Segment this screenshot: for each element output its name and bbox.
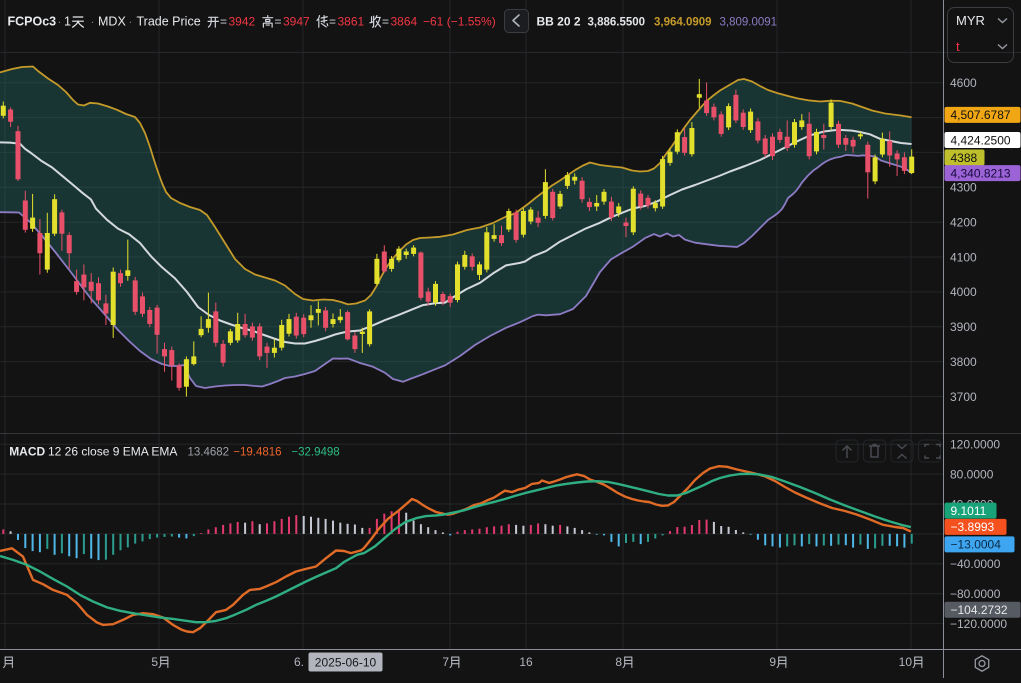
svg-text:−120.0000: −120.0000 (950, 617, 1007, 631)
svg-text:4600: 4600 (950, 76, 977, 90)
svg-text:5: 5 (151, 655, 158, 669)
svg-text:=: = (220, 15, 227, 29)
svg-text:9.1011: 9.1011 (951, 504, 987, 518)
svg-text:MYR: MYR (956, 13, 985, 28)
svg-text:4388: 4388 (951, 151, 978, 165)
svg-text:4100: 4100 (950, 250, 977, 264)
svg-text:3,886.5500: 3,886.5500 (588, 17, 646, 29)
svg-text:=: = (382, 15, 389, 29)
svg-text:·: · (91, 15, 95, 29)
svg-text:7: 7 (442, 655, 449, 669)
svg-text:3,809.0091: 3,809.0091 (720, 17, 778, 29)
svg-text:FCPOc3: FCPOc3 (8, 15, 57, 29)
svg-text:−104.2732: −104.2732 (951, 603, 1008, 617)
svg-text:9: 9 (769, 655, 776, 669)
svg-text:80.0000: 80.0000 (950, 467, 994, 481)
svg-text:120.0000: 120.0000 (950, 438, 1000, 452)
svg-text:t: t (956, 39, 960, 54)
svg-text:6.: 6. (294, 655, 304, 669)
svg-text:·: · (129, 15, 133, 29)
svg-text:3947: 3947 (283, 15, 310, 29)
svg-text:MACD: MACD (9, 445, 45, 459)
svg-text:−61 (−1.55%): −61 (−1.55%) (423, 15, 496, 29)
svg-text:·: · (58, 15, 62, 29)
svg-text:3,964.0909: 3,964.0909 (654, 17, 712, 29)
svg-text:−80.0000: −80.0000 (950, 587, 1001, 601)
svg-text:3800: 3800 (950, 355, 977, 369)
svg-text:3861: 3861 (338, 15, 365, 29)
svg-text:2025-06-10: 2025-06-10 (315, 656, 377, 670)
svg-text:−32.9498: −32.9498 (291, 447, 339, 459)
svg-text:8: 8 (615, 655, 622, 669)
svg-text:4,424.2500: 4,424.2500 (951, 133, 1011, 147)
svg-text:1: 1 (64, 15, 71, 29)
svg-text:−40.0000: −40.0000 (950, 557, 1001, 571)
svg-text:4,340.8213: 4,340.8213 (951, 166, 1011, 180)
svg-text:4,507.6787: 4,507.6787 (951, 108, 1011, 122)
svg-text:10: 10 (899, 655, 913, 669)
svg-text:−3.8993: −3.8993 (951, 520, 995, 534)
svg-text:−19.4816: −19.4816 (233, 447, 281, 459)
svg-text:4300: 4300 (950, 181, 977, 195)
svg-text:12 26 close 9 EMA EMA: 12 26 close 9 EMA EMA (48, 445, 177, 459)
svg-text:3900: 3900 (950, 320, 977, 334)
svg-text:4200: 4200 (950, 216, 977, 230)
svg-text:Trade Price: Trade Price (137, 15, 201, 29)
svg-text:MDX: MDX (98, 15, 126, 29)
svg-text:−13.0004: −13.0004 (951, 538, 1002, 552)
svg-text:3864: 3864 (391, 15, 418, 29)
svg-text:=: = (275, 15, 282, 29)
svg-text:3700: 3700 (950, 390, 977, 404)
svg-text:16: 16 (519, 655, 533, 669)
svg-text:3942: 3942 (229, 15, 256, 29)
svg-text:13.4682: 13.4682 (188, 447, 230, 459)
svg-text:BB 20 2: BB 20 2 (537, 15, 581, 29)
svg-text:4000: 4000 (950, 285, 977, 299)
svg-text:=: = (329, 15, 336, 29)
